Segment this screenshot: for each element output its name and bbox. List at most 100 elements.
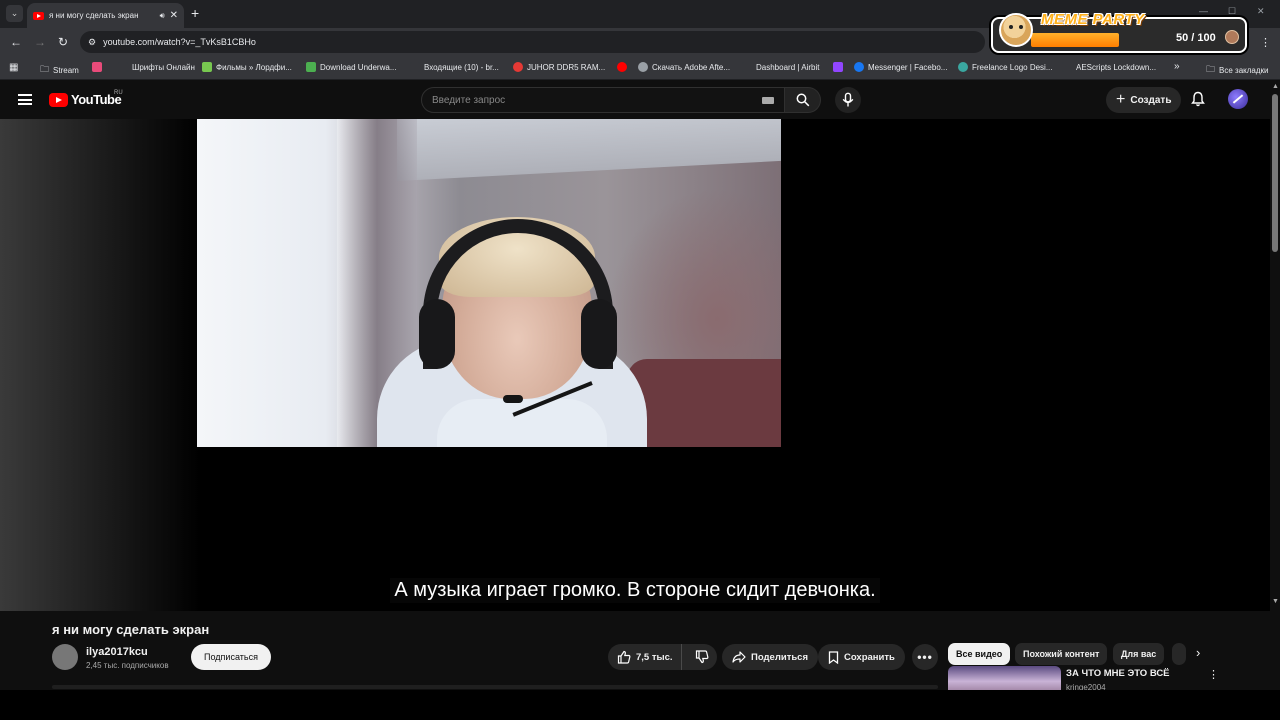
meme-party-title: MEME PARTY bbox=[1041, 11, 1145, 28]
subscribe-button[interactable]: Подписаться bbox=[191, 644, 271, 670]
url-text: youtube.com/watch?v=_TvKsB1CBHo bbox=[103, 37, 256, 47]
like-count: 7,5 тыс. bbox=[636, 651, 673, 663]
menu-icon[interactable] bbox=[18, 94, 32, 105]
minimize-icon[interactable]: — bbox=[1199, 6, 1208, 16]
keyboard-icon[interactable] bbox=[762, 97, 774, 104]
address-bar[interactable]: ⚙ youtube.com/watch?v=_TvKsB1CBHo bbox=[80, 31, 985, 53]
ambient-glow bbox=[0, 119, 200, 611]
bookmark-inbox[interactable]: Входящие (10) - br... bbox=[410, 62, 499, 72]
meme-party-count: 50 / 100 bbox=[1176, 32, 1216, 44]
description-box-edge bbox=[52, 685, 938, 689]
share-icon bbox=[732, 651, 746, 663]
bookmark-label: AEScripts Lockdown... bbox=[1076, 62, 1157, 72]
caption-text: А музыка играет громко. В стороне сидит … bbox=[390, 578, 880, 603]
bottom-bar bbox=[0, 690, 1280, 720]
youtube-icon bbox=[617, 62, 627, 72]
recommendation-channel[interactable]: kringe2004 bbox=[1066, 683, 1106, 690]
video-person-shirt bbox=[437, 399, 607, 447]
chip-all-videos[interactable]: Все видео bbox=[948, 643, 1011, 665]
create-button[interactable]: + Создать bbox=[1106, 87, 1182, 113]
search-icon bbox=[796, 93, 809, 107]
folder-icon: 🗀 bbox=[40, 64, 50, 74]
channel-name[interactable]: ilya2017kcu bbox=[86, 646, 148, 658]
more-bookmarks-icon[interactable]: » bbox=[1174, 61, 1180, 72]
speaker-icon[interactable]: 🔊︎ bbox=[160, 11, 165, 21]
tab-title: я ни могу сделать экран bbox=[49, 11, 139, 20]
bookmark-youtube[interactable] bbox=[617, 62, 627, 72]
video-frame[interactable] bbox=[197, 119, 781, 447]
youtube-logo[interactable]: YouTube bbox=[49, 92, 122, 107]
bookmark-label: Входящие (10) - br... bbox=[424, 62, 499, 72]
trio-icon bbox=[92, 62, 102, 72]
meme-party-widget[interactable]: MEME PARTY 50 / 100 bbox=[991, 11, 1247, 53]
video-player[interactable]: А музыка играет громко. В стороне сидит … bbox=[0, 119, 1270, 611]
region-label: RU bbox=[114, 90, 123, 96]
search-button[interactable] bbox=[785, 87, 821, 113]
all-bookmarks[interactable]: 🗀 Все закладки bbox=[1206, 62, 1268, 78]
bookmark-label: Шрифты Онлайн bbox=[132, 62, 195, 72]
maximize-icon[interactable]: ☐ bbox=[1228, 6, 1236, 17]
video-headset-mic bbox=[503, 395, 523, 403]
site-info-icon[interactable]: ⚙ bbox=[88, 37, 96, 48]
chevron-right-icon[interactable]: › bbox=[1196, 645, 1200, 660]
new-tab-icon[interactable]: + bbox=[191, 5, 199, 21]
share-button[interactable]: Поделиться bbox=[722, 644, 819, 670]
scroll-up-icon[interactable]: ▲ bbox=[1272, 83, 1279, 90]
airbit-icon bbox=[742, 62, 752, 72]
caption-line: А музыка играет громко. В стороне сидит … bbox=[0, 578, 1270, 603]
bookmark-twitch[interactable] bbox=[833, 62, 843, 72]
video-headset-left bbox=[419, 299, 455, 369]
recommendation-title[interactable]: ЗА ЧТО МНЕ ЭТО ВСЁ bbox=[1066, 668, 1170, 679]
bookmark-stream[interactable]: 🗀 Stream bbox=[40, 62, 79, 78]
recommendation-menu-icon[interactable]: ⋮ bbox=[1208, 668, 1219, 681]
like-button[interactable]: 7,5 тыс. bbox=[608, 644, 682, 670]
page-scrollbar[interactable]: ▲ ▼ bbox=[1270, 80, 1280, 610]
back-icon[interactable]: ← bbox=[10, 35, 22, 49]
tab-close-icon[interactable]: ✕ bbox=[170, 10, 178, 21]
apps-grid-icon[interactable]: ▦ bbox=[9, 62, 18, 73]
bookmark-trio[interactable] bbox=[92, 62, 102, 72]
chip-partial[interactable] bbox=[1172, 643, 1186, 665]
browser-tab[interactable]: я ни могу сделать экран 🔊︎ ✕ bbox=[27, 3, 184, 28]
chip-for-you[interactable]: Для вас bbox=[1113, 643, 1165, 665]
voice-search-button[interactable] bbox=[835, 87, 861, 113]
channel-avatar[interactable] bbox=[52, 644, 78, 670]
search-input[interactable] bbox=[432, 94, 752, 106]
ae-icon bbox=[306, 62, 316, 72]
bookmark-fonts[interactable]: Шрифты Онлайн bbox=[118, 62, 195, 72]
notifications-bell-icon[interactable] bbox=[1191, 91, 1205, 107]
scroll-down-icon[interactable]: ▼ bbox=[1272, 598, 1279, 605]
like-dislike-group: 7,5 тыс. bbox=[608, 644, 717, 670]
reload-icon[interactable]: ↻ bbox=[58, 35, 68, 49]
globe-icon bbox=[638, 62, 648, 72]
twitch-icon bbox=[833, 62, 843, 72]
bookmark-aescripts[interactable]: AEScripts Lockdown... bbox=[1062, 62, 1156, 72]
close-window-icon[interactable]: ✕ bbox=[1257, 6, 1265, 17]
doge-icon bbox=[999, 13, 1033, 47]
forward-icon[interactable]: → bbox=[34, 35, 46, 49]
film-icon bbox=[202, 62, 212, 72]
bookmark-download[interactable]: Download Underwa... bbox=[306, 62, 396, 72]
more-actions-button[interactable]: ••• bbox=[912, 644, 938, 670]
share-label: Поделиться bbox=[751, 651, 809, 663]
bookmark-airbit[interactable]: Dashboard | Airbit bbox=[742, 62, 819, 72]
bookmark-juhor[interactable]: JUHOR DDR5 RAM... bbox=[513, 62, 605, 72]
bookmark-adobe[interactable]: Скачать Adobe Afte... bbox=[638, 62, 730, 72]
bookmark-films[interactable]: Фильмы » Лордфи... bbox=[202, 62, 292, 72]
tab-search-icon[interactable]: ⌄ bbox=[6, 5, 23, 22]
browser-menu-icon[interactable]: ⋮ bbox=[1260, 36, 1271, 49]
bookmark-label: Messenger | Facebo... bbox=[868, 62, 948, 72]
video-sofa bbox=[627, 359, 781, 447]
bookmark-messenger[interactable]: Messenger | Facebo... bbox=[854, 62, 947, 72]
save-button[interactable]: Сохранить bbox=[818, 644, 905, 670]
dislike-button[interactable] bbox=[687, 644, 717, 670]
bookmarks-bar: ▦ 🗀 Stream Шрифты Онлайн Фильмы » Лордфи… bbox=[0, 56, 1280, 80]
chip-related[interactable]: Похожий контент bbox=[1015, 643, 1108, 665]
more-dots-icon: ••• bbox=[917, 650, 933, 664]
video-ceiling bbox=[397, 119, 781, 181]
bookmark-freelance[interactable]: Freelance Logo Desi... bbox=[958, 62, 1053, 72]
youtube-favicon-icon bbox=[33, 11, 44, 20]
account-avatar[interactable] bbox=[1228, 89, 1248, 109]
fonts-icon bbox=[118, 62, 128, 72]
scroll-thumb[interactable] bbox=[1272, 94, 1278, 252]
